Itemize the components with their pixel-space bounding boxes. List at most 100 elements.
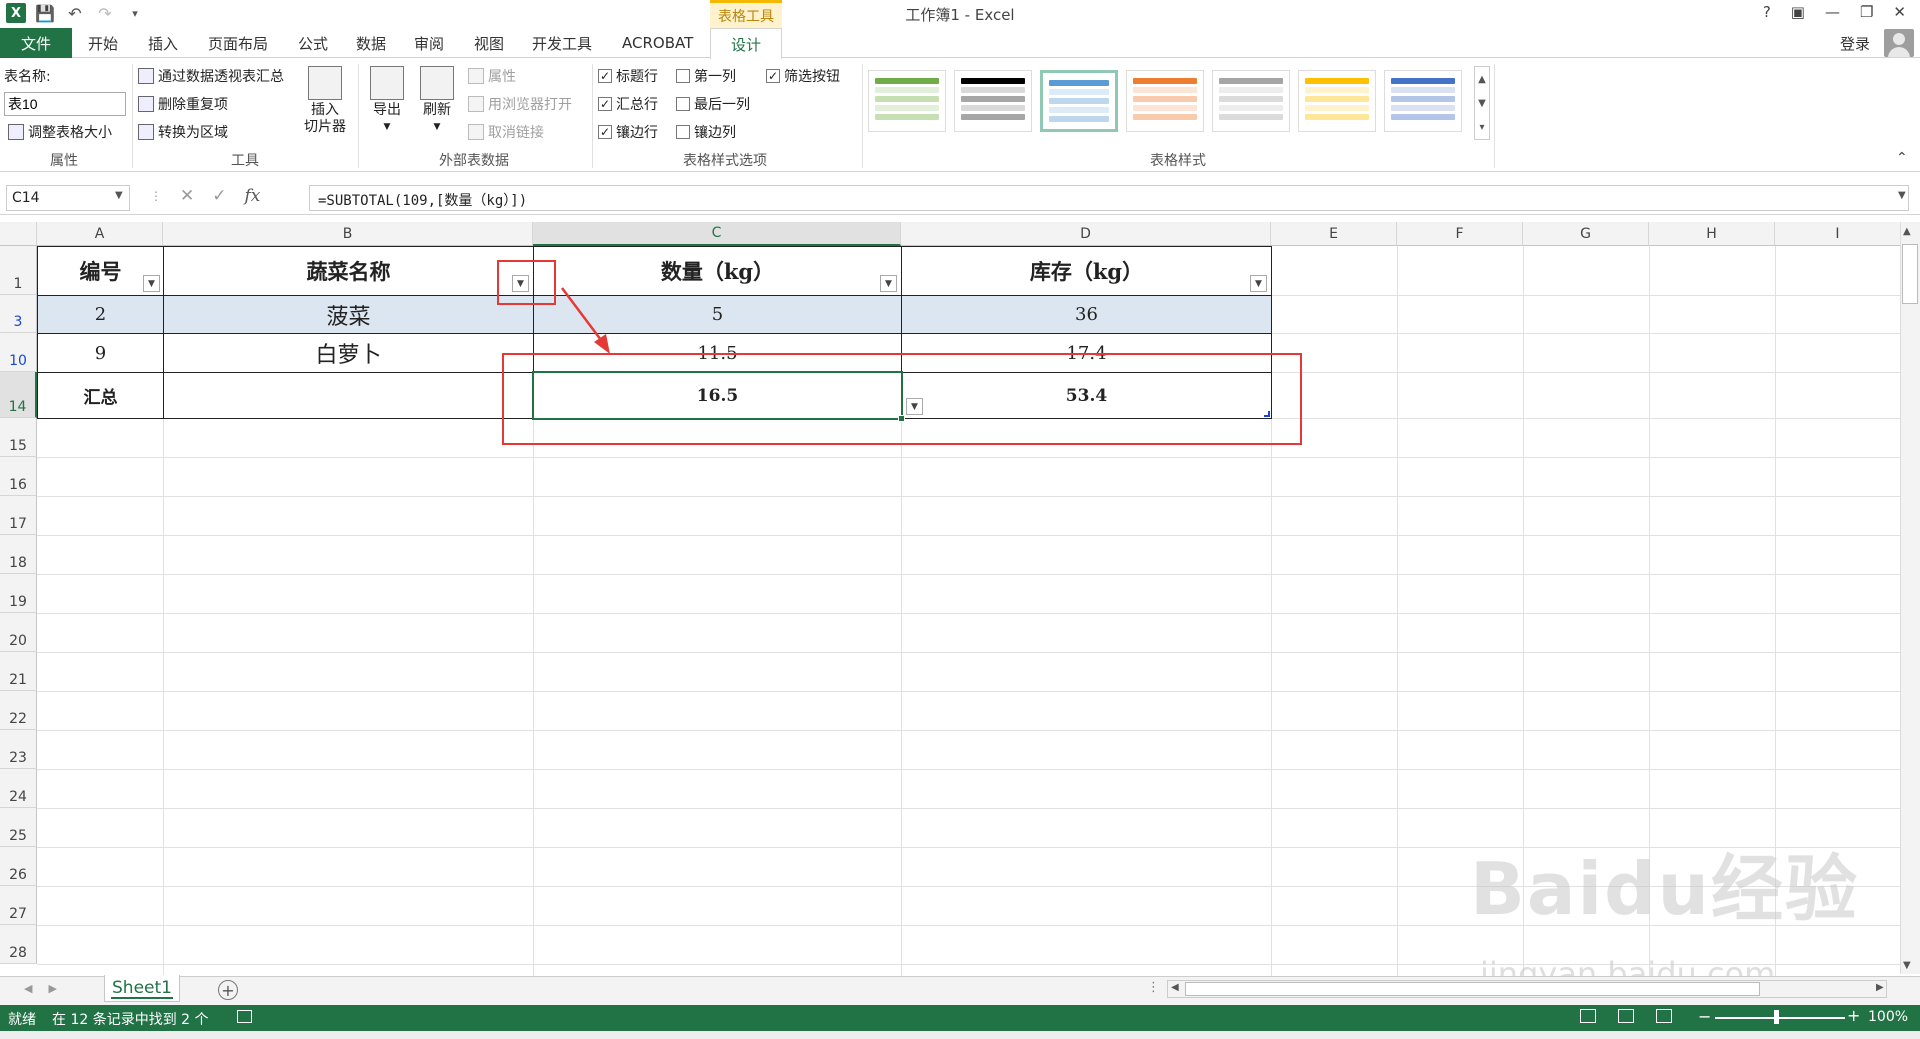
row-header[interactable]: 19 bbox=[0, 574, 37, 613]
horizontal-scroll-thumb[interactable] bbox=[1185, 982, 1760, 996]
chevron-down-icon[interactable]: ▼ bbox=[1478, 98, 1486, 109]
row-header[interactable]: 24 bbox=[0, 769, 37, 808]
gallery-more-icon[interactable]: ▾ bbox=[1479, 122, 1484, 133]
table-cell[interactable]: 11.5 bbox=[533, 333, 902, 373]
collapse-ribbon-icon[interactable]: ⌃ bbox=[1896, 150, 1908, 166]
tab-acrobat[interactable]: ACROBAT bbox=[622, 28, 693, 58]
save-icon[interactable]: 💾 bbox=[34, 3, 56, 23]
filter-button-checkbox[interactable]: ✓ 筛选按钮 bbox=[766, 66, 840, 86]
first-column-checkbox[interactable]: 第一列 bbox=[676, 66, 736, 86]
row-header[interactable]: 27 bbox=[0, 886, 37, 925]
remove-duplicates-button[interactable]: 删除重复项 bbox=[138, 94, 228, 114]
avatar[interactable] bbox=[1884, 29, 1914, 57]
vertical-scrollbar[interactable] bbox=[1900, 222, 1920, 974]
table-name-input[interactable] bbox=[4, 92, 126, 116]
tab-view[interactable]: 视图 bbox=[474, 28, 504, 58]
redo-icon[interactable]: ↷ bbox=[94, 3, 116, 23]
page-layout-view-icon[interactable] bbox=[1618, 1009, 1634, 1023]
enter-icon[interactable]: ✓ bbox=[212, 186, 226, 206]
login-link[interactable]: 登录 bbox=[1840, 33, 1870, 54]
zoom-in-icon[interactable]: + bbox=[1847, 1006, 1860, 1025]
chevron-down-icon[interactable]: ▼ bbox=[115, 190, 123, 201]
add-sheet-icon[interactable]: + bbox=[218, 980, 238, 1000]
scroll-down-icon[interactable]: ▼ bbox=[1903, 960, 1911, 971]
total-row-checkbox[interactable]: ✓ 汇总行 bbox=[598, 94, 658, 114]
row-header[interactable]: 25 bbox=[0, 808, 37, 847]
table-cell[interactable]: 5 bbox=[533, 295, 902, 334]
column-header-G[interactable]: G bbox=[1523, 222, 1649, 246]
table-cell[interactable]: 白萝卜 bbox=[163, 333, 534, 373]
tab-page-layout[interactable]: 页面布局 bbox=[208, 28, 268, 58]
table-cell[interactable]: 菠菜 bbox=[163, 295, 534, 334]
row-header[interactable]: 16 bbox=[0, 457, 37, 496]
insert-function-icon[interactable]: fx bbox=[245, 186, 261, 206]
table-style-blue-selected[interactable] bbox=[1040, 70, 1118, 132]
undo-icon[interactable]: ↶ bbox=[64, 3, 86, 23]
tab-file[interactable]: 文件 bbox=[0, 28, 72, 58]
table-cell[interactable]: 36 bbox=[901, 295, 1272, 334]
column-header-A[interactable]: A bbox=[37, 222, 163, 246]
table-header-cell[interactable]: 蔬菜名称 bbox=[163, 246, 534, 296]
row-header[interactable]: 20 bbox=[0, 613, 37, 652]
row-header[interactable]: 14 bbox=[0, 372, 37, 418]
table-style-gray[interactable] bbox=[1212, 70, 1290, 132]
restore-icon[interactable]: ❐ bbox=[1860, 3, 1873, 21]
cancel-icon[interactable]: ✕ bbox=[180, 186, 194, 206]
resize-table-button[interactable]: 调整表格大小 bbox=[8, 122, 112, 142]
name-box[interactable]: C14 bbox=[6, 185, 130, 211]
banded-columns-checkbox[interactable]: 镶边列 bbox=[676, 122, 736, 142]
row-header[interactable]: 17 bbox=[0, 496, 37, 535]
zoom-out-icon[interactable]: − bbox=[1698, 1007, 1711, 1026]
fill-handle[interactable] bbox=[898, 415, 905, 422]
column-header-B[interactable]: B bbox=[163, 222, 533, 246]
help-icon[interactable]: ? bbox=[1763, 3, 1771, 21]
select-all-corner[interactable] bbox=[0, 222, 37, 246]
table-cell[interactable]: 9 bbox=[37, 333, 164, 373]
scroll-right-icon[interactable]: ▶ bbox=[1876, 982, 1884, 993]
unlink-button[interactable]: 取消链接 bbox=[468, 122, 544, 142]
sheet-next-icon[interactable]: ▶ bbox=[48, 982, 56, 995]
table-style-black[interactable] bbox=[954, 70, 1032, 132]
page-break-view-icon[interactable] bbox=[1656, 1009, 1672, 1023]
row-header[interactable]: 3 bbox=[0, 295, 37, 333]
table-cell[interactable]: 2 bbox=[37, 295, 164, 334]
row-header[interactable]: 15 bbox=[0, 418, 37, 457]
table-header-cell[interactable]: 库存（kg） bbox=[901, 246, 1272, 296]
tab-home[interactable]: 开始 bbox=[88, 28, 118, 58]
open-in-browser-button[interactable]: 用浏览器打开 bbox=[468, 94, 572, 114]
expand-formula-icon[interactable]: ▼ bbox=[1898, 190, 1906, 201]
row-header[interactable]: 21 bbox=[0, 652, 37, 691]
table-resize-handle[interactable] bbox=[1264, 411, 1270, 417]
insert-slicer-button[interactable]: 插入 切片器 bbox=[304, 66, 346, 136]
scroll-up-icon[interactable]: ▲ bbox=[1903, 226, 1911, 237]
header-row-checkbox[interactable]: ✓ 标题行 bbox=[598, 66, 658, 86]
tab-review[interactable]: 审阅 bbox=[414, 28, 444, 58]
pivot-summarize-button[interactable]: 通过数据透视表汇总 bbox=[138, 66, 284, 86]
column-header-D[interactable]: D bbox=[901, 222, 1271, 246]
tab-insert[interactable]: 插入 bbox=[148, 28, 178, 58]
column-header-C[interactable]: C bbox=[533, 222, 901, 246]
filter-dropdown-icon[interactable]: ▼ bbox=[1250, 275, 1267, 292]
sheet-tab-sheet1[interactable]: Sheet1 bbox=[104, 975, 180, 1002]
zoom-slider[interactable] bbox=[1715, 1017, 1845, 1019]
zoom-slider-knob[interactable] bbox=[1774, 1010, 1779, 1024]
formula-input[interactable]: =SUBTOTAL(109,[数量（kg）]) bbox=[309, 185, 1909, 211]
vertical-scroll-thumb[interactable] bbox=[1902, 244, 1918, 304]
row-header[interactable]: 1 bbox=[0, 246, 37, 295]
total-cell-stock[interactable]: 53.4 bbox=[901, 372, 1272, 419]
banded-rows-checkbox[interactable]: ✓ 镶边行 bbox=[598, 122, 658, 142]
filter-active-icon[interactable]: ▼ bbox=[512, 275, 529, 292]
total-row-label[interactable]: 汇总 bbox=[37, 372, 164, 419]
filter-dropdown-icon[interactable]: ▼ bbox=[880, 275, 897, 292]
column-header-H[interactable]: H bbox=[1649, 222, 1775, 246]
table-style-gold[interactable] bbox=[1298, 70, 1376, 132]
column-header-I[interactable]: I bbox=[1775, 222, 1901, 246]
table-header-cell[interactable]: 数量（kg） bbox=[533, 246, 902, 296]
convert-to-range-button[interactable]: 转换为区域 bbox=[138, 122, 228, 142]
export-button[interactable]: 导出 ▼ bbox=[370, 66, 404, 136]
table-cell[interactable]: 17.4 bbox=[901, 333, 1272, 373]
close-icon[interactable]: ✕ bbox=[1893, 3, 1906, 21]
sheet-prev-icon[interactable]: ◀ bbox=[24, 982, 32, 995]
column-header-E[interactable]: E bbox=[1271, 222, 1397, 246]
row-header[interactable]: 23 bbox=[0, 730, 37, 769]
